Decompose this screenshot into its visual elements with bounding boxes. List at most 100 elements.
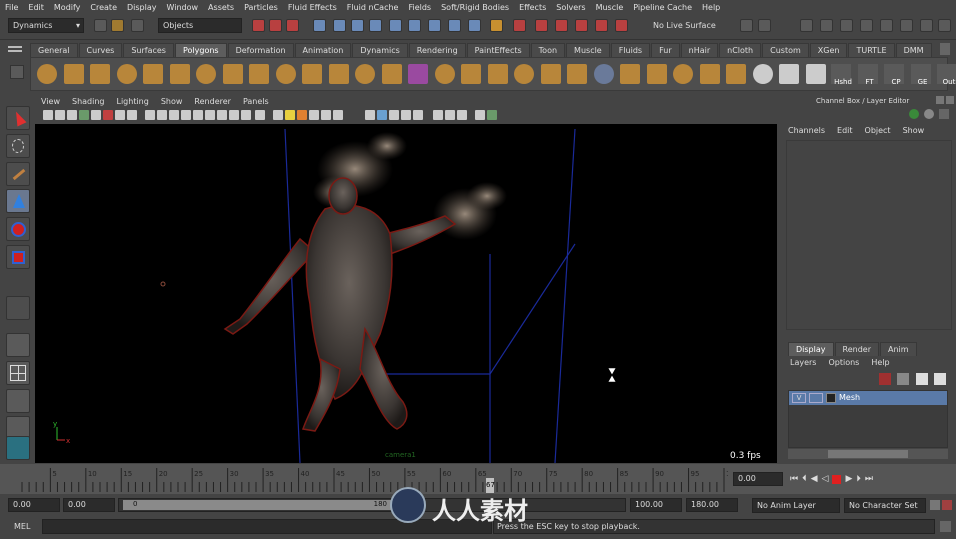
viewport-menu-show[interactable]: Show: [155, 97, 189, 106]
viewport-tool-icon[interactable]: [445, 110, 455, 120]
rotate-tool-icon[interactable]: [6, 217, 30, 241]
viewport-tool-icon[interactable]: [181, 110, 191, 120]
soccer-ball-icon[interactable]: [275, 64, 296, 84]
select-component-icon[interactable]: [286, 19, 299, 32]
viewport-menu-shading[interactable]: Shading: [66, 97, 111, 106]
paint-select-tool-icon[interactable]: [6, 162, 30, 186]
viewport-tool-icon[interactable]: [43, 110, 53, 120]
step-back-frame-icon[interactable]: ◀: [811, 474, 818, 484]
viewport-tool-icon[interactable]: [333, 110, 343, 120]
shelf-tab-general[interactable]: General: [30, 43, 78, 57]
channel-box-menu-channels[interactable]: Channels: [788, 126, 825, 135]
menu-muscle[interactable]: Muscle: [591, 3, 629, 12]
viewport-tool-icon[interactable]: [241, 110, 251, 120]
attribute-editor-icon[interactable]: [800, 19, 813, 32]
viewport-tool-icon[interactable]: [205, 110, 215, 120]
shelf-ft-icon[interactable]: FT: [857, 64, 878, 86]
end-time-field[interactable]: 180.00: [686, 498, 738, 512]
select-object-icon[interactable]: [269, 19, 282, 32]
float-icon[interactable]: [936, 96, 944, 104]
preferences-icon[interactable]: [942, 500, 952, 510]
input-icon[interactable]: [448, 19, 461, 32]
play-backward-icon[interactable]: ◁: [822, 474, 829, 484]
snap-curve-icon[interactable]: [351, 19, 364, 32]
select-hierarchy-icon[interactable]: [252, 19, 265, 32]
viewport-tool-icon[interactable]: [389, 110, 399, 120]
modeling-toolkit-icon[interactable]: [880, 19, 893, 32]
go-to-start-icon[interactable]: ⏮: [790, 474, 798, 484]
shelf-cp-icon[interactable]: CP: [884, 64, 904, 86]
channel-box-menu-edit[interactable]: Edit: [837, 126, 853, 135]
layer-tab-render[interactable]: Render: [834, 342, 879, 356]
target-weld-icon[interactable]: [752, 64, 773, 84]
cube-icon[interactable]: [63, 64, 84, 84]
torus-icon[interactable]: [169, 64, 190, 84]
lock-icon[interactable]: [490, 19, 503, 32]
shelf-tab-muscle[interactable]: Muscle: [566, 43, 610, 57]
viewport-tool-icon[interactable]: [169, 110, 179, 120]
sidebar-toggle-2-icon[interactable]: [758, 19, 771, 32]
sphere-icon[interactable]: [924, 109, 934, 119]
viewport-tool-icon[interactable]: [193, 110, 203, 120]
viewport-tool-icon[interactable]: [103, 110, 113, 120]
move-tool-icon[interactable]: [6, 189, 30, 213]
start-time-field[interactable]: 0.00: [8, 498, 60, 512]
menu-help[interactable]: Help: [697, 3, 725, 12]
graph-icon[interactable]: [920, 19, 933, 32]
scale-tool-icon[interactable]: [6, 245, 30, 269]
shelf-hshd-icon[interactable]: Hshd: [831, 64, 852, 86]
viewport[interactable]: y x camera1 0.3 fps: [35, 124, 777, 463]
script-editor-icon[interactable]: [938, 19, 951, 32]
viewport-tool-icon[interactable]: [67, 110, 77, 120]
viewport-tool-icon[interactable]: [55, 110, 65, 120]
append-icon[interactable]: [593, 64, 614, 84]
shelf-tab-polygons[interactable]: Polygons: [174, 43, 227, 57]
snap-point-icon[interactable]: [369, 19, 382, 32]
trash-icon[interactable]: [940, 43, 950, 55]
character-set-dropdown[interactable]: No Character Set: [844, 498, 926, 513]
layer-type-toggle[interactable]: [809, 393, 823, 403]
shelf-ge-icon[interactable]: GE: [910, 64, 931, 86]
layer-editor-icon[interactable]: [860, 19, 873, 32]
prism-icon[interactable]: [196, 64, 216, 84]
layout-icon[interactable]: [939, 109, 949, 119]
viewport-tool-icon[interactable]: [297, 110, 307, 120]
display-type-icon[interactable]: [909, 109, 919, 119]
menu-create[interactable]: Create: [85, 3, 122, 12]
four-view-layout-icon[interactable]: [6, 361, 30, 385]
layer-visibility-toggle[interactable]: V: [792, 393, 806, 403]
shelf-tab-rendering[interactable]: Rendering: [408, 43, 466, 57]
menu-window[interactable]: Window: [162, 3, 204, 12]
viewport-menu-lighting[interactable]: Lighting: [110, 97, 154, 106]
layer-menu-layers[interactable]: Layers: [790, 358, 816, 367]
snap-grid-icon[interactable]: [333, 19, 346, 32]
viewport-tool-icon[interactable]: [255, 110, 265, 120]
menu-effects[interactable]: Effects: [514, 3, 551, 12]
fill-hole-icon[interactable]: [487, 64, 508, 84]
shelf-tab-dmm[interactable]: DMM: [895, 43, 932, 57]
mask-icon[interactable]: [313, 19, 326, 32]
menu-particles[interactable]: Particles: [239, 3, 283, 12]
menu-display[interactable]: Display: [122, 3, 162, 12]
shelf-tab-xgen[interactable]: XGen: [809, 43, 848, 57]
outliner-icon[interactable]: [900, 19, 913, 32]
extract-icon[interactable]: [381, 64, 402, 84]
sphere-icon[interactable]: [37, 64, 57, 84]
last-tool-icon[interactable]: [6, 296, 30, 320]
layer-color-swatch[interactable]: [826, 393, 836, 403]
viewport-tool-icon[interactable]: [91, 110, 101, 120]
layer-tab-display[interactable]: Display: [788, 342, 834, 356]
single-view-layout-icon[interactable]: [6, 333, 30, 357]
layer-row-mesh[interactable]: V Mesh: [789, 391, 947, 405]
channel-box-menu-show[interactable]: Show: [903, 126, 925, 135]
shelf-tab-painteffects[interactable]: PaintEffects: [466, 43, 530, 57]
slide-edge-icon[interactable]: [699, 64, 720, 84]
shelf-tab-animation[interactable]: Animation: [294, 43, 352, 57]
viewport-tool-icon[interactable]: [285, 110, 295, 120]
shelf-out-icon[interactable]: Out: [937, 64, 956, 86]
viewport-tool-icon[interactable]: [79, 110, 89, 120]
auto-key-icon[interactable]: [930, 500, 940, 510]
shelf-tab-surfaces[interactable]: Surfaces: [123, 43, 174, 57]
shelf-menu-icon[interactable]: [10, 65, 24, 79]
playback-end-field[interactable]: 100.00: [630, 498, 682, 512]
